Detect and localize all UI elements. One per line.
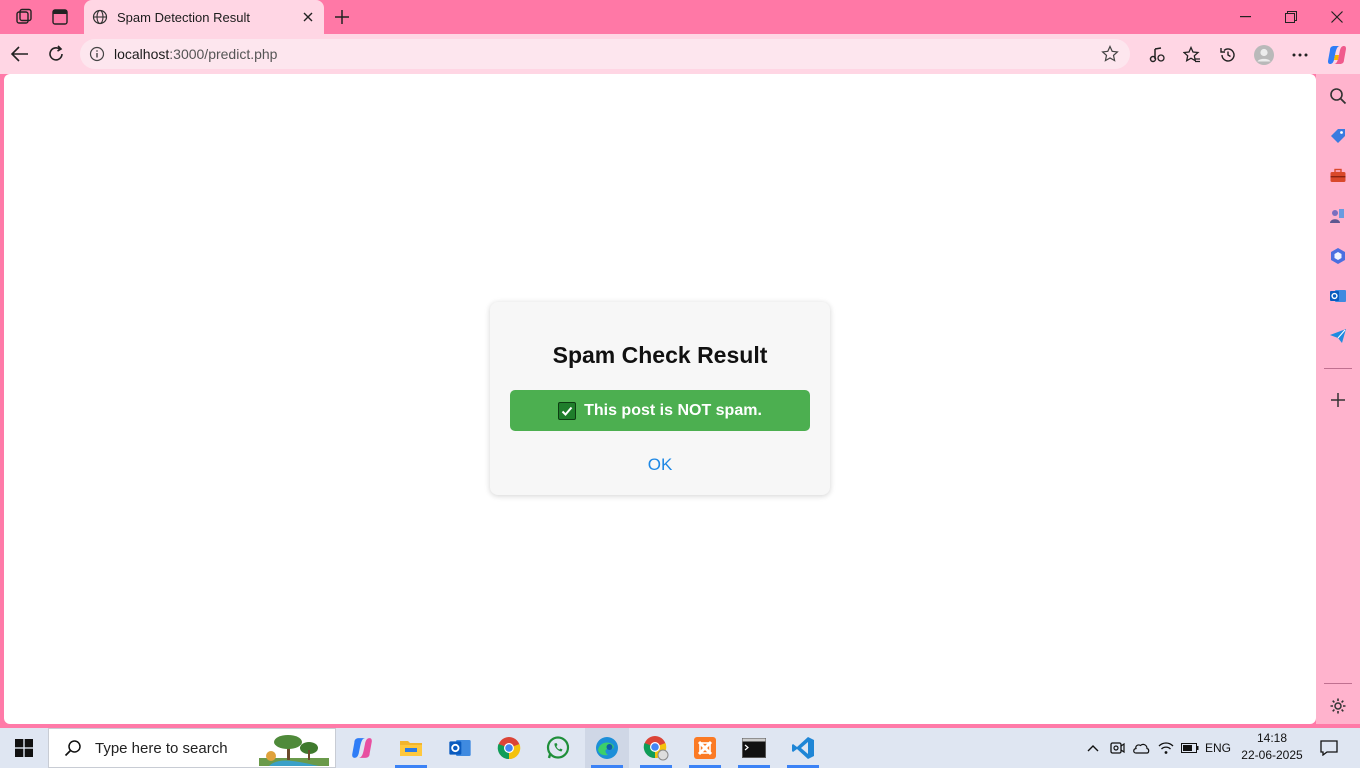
favorite-star-icon[interactable] <box>1098 42 1122 66</box>
chrome-profile-icon[interactable] <box>634 728 678 768</box>
favorites-icon[interactable] <box>1179 42 1205 68</box>
clock-time: 14:18 <box>1256 731 1288 745</box>
media-icon[interactable] <box>1144 42 1170 68</box>
url-host: localhost <box>114 46 170 62</box>
telegram-send-icon[interactable] <box>1326 324 1350 348</box>
url-text[interactable]: localhost:3000/predict.php <box>114 46 1098 62</box>
outlook-app-icon[interactable] <box>438 728 482 768</box>
close-tab-icon[interactable] <box>296 5 320 29</box>
url-path: :3000/predict.php <box>169 46 278 62</box>
vertical-tabs-icon[interactable] <box>48 6 72 28</box>
shopping-tag-icon[interactable] <box>1326 124 1350 148</box>
outlook-icon[interactable] <box>1326 284 1350 308</box>
close-window-button[interactable] <box>1314 0 1360 34</box>
dialog-title: Spam Check Result <box>552 342 768 368</box>
terminal-icon[interactable] <box>732 728 776 768</box>
taskbar-clock[interactable]: 14:18 22-06-2025 <box>1236 730 1308 766</box>
wifi-icon[interactable] <box>1155 728 1177 768</box>
file-explorer-icon[interactable] <box>389 728 433 768</box>
meet-now-icon[interactable] <box>1106 728 1128 768</box>
search-icon <box>63 738 83 758</box>
edge-sidebar <box>1316 74 1360 724</box>
new-tab-button[interactable] <box>330 5 354 29</box>
microsoft365-icon[interactable] <box>1326 244 1350 268</box>
result-dialog: Spam Check Result This post is NOT spam.… <box>490 302 830 495</box>
search-highlight-illustration <box>259 732 329 766</box>
tools-icon[interactable] <box>1326 164 1350 188</box>
tab-title: Spam Detection Result <box>117 9 250 25</box>
more-options-icon[interactable] <box>1287 42 1313 68</box>
result-text: This post is NOT spam. <box>584 401 762 419</box>
result-banner: This post is NOT spam. <box>510 390 810 431</box>
history-icon[interactable] <box>1215 42 1241 68</box>
notifications-icon[interactable] <box>1312 728 1346 768</box>
globe-icon <box>92 9 108 25</box>
edge-app-icon[interactable] <box>585 728 629 768</box>
page-viewport: Spam Check Result This post is NOT spam.… <box>4 74 1316 724</box>
xampp-icon[interactable] <box>683 728 727 768</box>
copilot-icon[interactable] <box>1324 42 1350 68</box>
input-language[interactable]: ENG <box>1202 728 1234 768</box>
whatsapp-icon[interactable] <box>536 728 580 768</box>
onedrive-cloud-icon[interactable] <box>1130 728 1152 768</box>
title-bar: Spam Detection Result <box>0 0 1360 34</box>
active-tab[interactable]: Spam Detection Result <box>84 0 324 34</box>
browser-toolbar: localhost:3000/predict.php <box>0 34 1360 74</box>
minimize-button[interactable] <box>1222 0 1268 34</box>
vscode-icon[interactable] <box>781 728 825 768</box>
profile-avatar-icon[interactable] <box>1251 42 1277 68</box>
ok-button[interactable]: OK <box>630 452 690 478</box>
taskbar-search-box[interactable]: Type here to search <box>48 728 336 768</box>
sidebar-divider-bottom <box>1324 683 1352 684</box>
refresh-button[interactable] <box>42 40 70 68</box>
games-icon[interactable] <box>1326 204 1350 228</box>
settings-gear-icon[interactable] <box>1326 694 1350 718</box>
restore-button[interactable] <box>1268 0 1314 34</box>
address-bar[interactable]: localhost:3000/predict.php <box>80 39 1130 69</box>
search-placeholder: Type here to search <box>95 739 228 757</box>
checkmark-icon <box>558 401 577 420</box>
windows-taskbar: Type here to search ENG 14:18 22-06-2025 <box>0 728 1360 768</box>
sidebar-divider <box>1324 368 1352 369</box>
show-hidden-icons-chevron-icon[interactable] <box>1082 728 1104 768</box>
site-info-icon[interactable] <box>88 45 106 63</box>
battery-icon[interactable] <box>1179 728 1201 768</box>
workspaces-icon[interactable] <box>12 6 36 28</box>
windows-start-button[interactable] <box>0 728 48 768</box>
search-icon[interactable] <box>1326 84 1350 108</box>
add-icon[interactable] <box>1326 388 1350 412</box>
chrome-icon[interactable] <box>487 728 531 768</box>
clock-date: 22-06-2025 <box>1241 748 1303 762</box>
back-button[interactable] <box>6 40 34 68</box>
copilot-app-icon[interactable] <box>340 728 384 768</box>
